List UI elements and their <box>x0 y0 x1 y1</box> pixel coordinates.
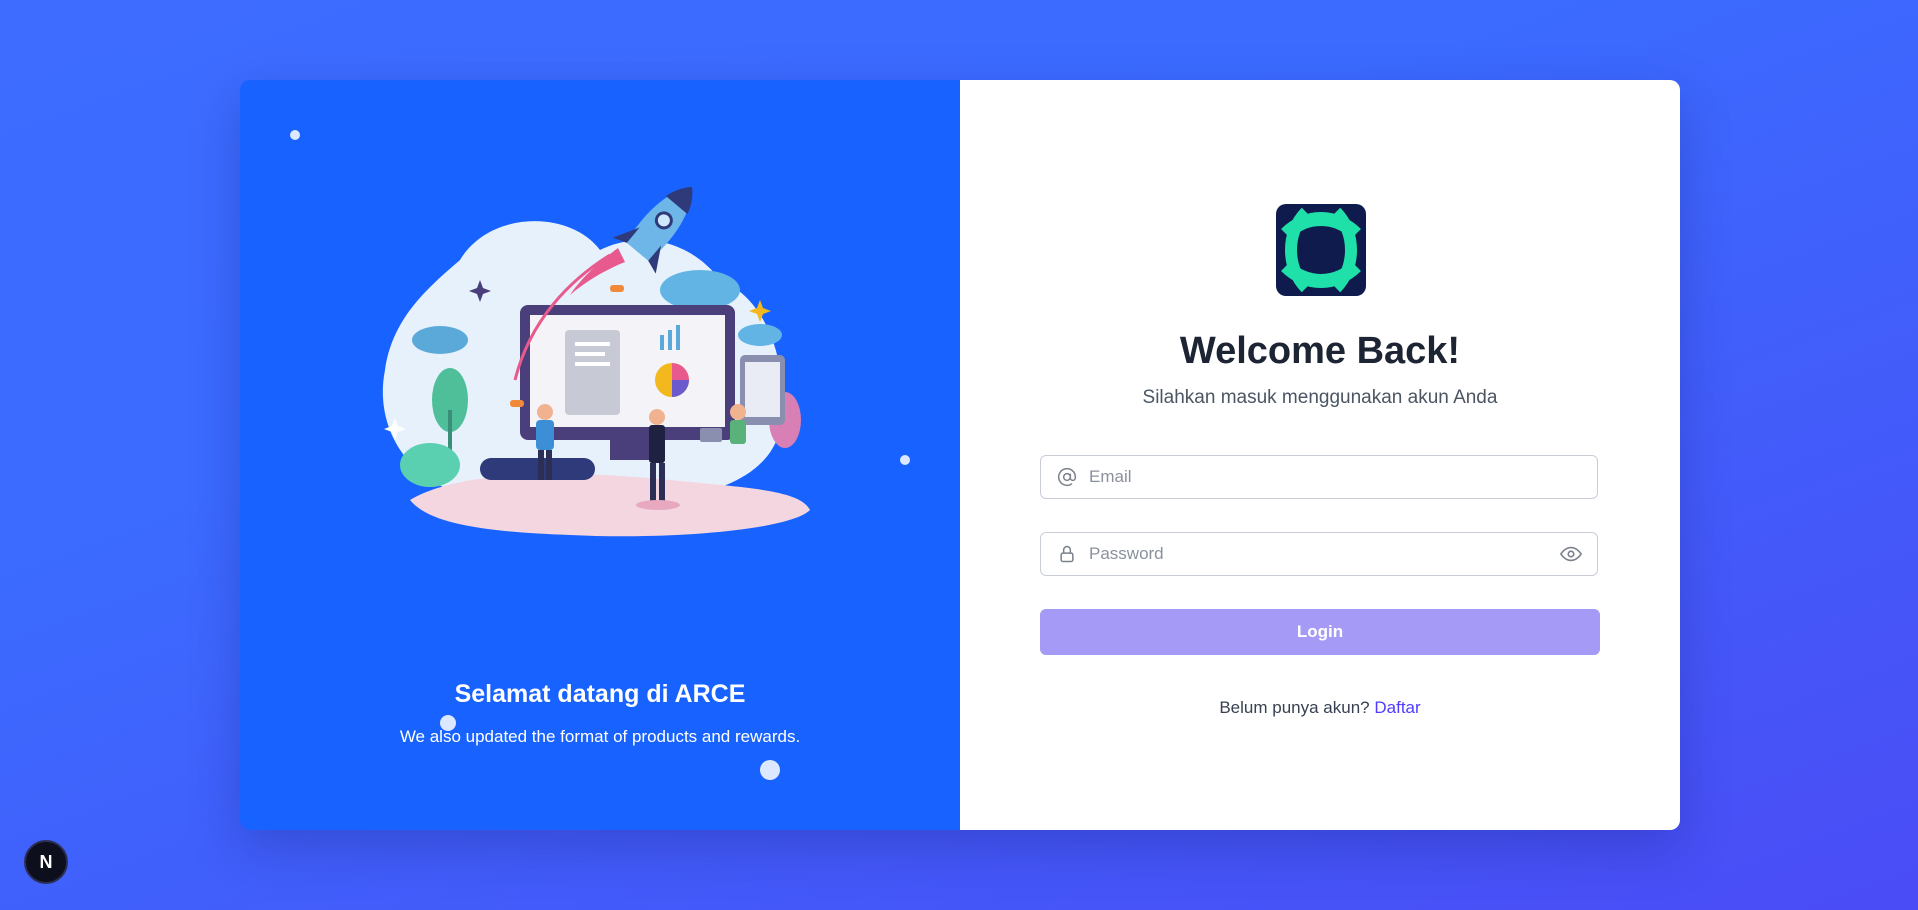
eye-icon[interactable] <box>1559 542 1583 566</box>
email-input[interactable] <box>1087 455 1597 499</box>
welcome-title: Selamat datang di ARCE <box>454 680 746 708</box>
decor-dot <box>290 130 300 140</box>
email-field[interactable] <box>1040 455 1598 499</box>
password-field[interactable] <box>1040 532 1598 576</box>
password-input[interactable] <box>1087 532 1559 576</box>
rocket-launch-illustration <box>382 186 810 537</box>
login-card: Selamat datang di ARCE We also updated t… <box>240 80 1680 830</box>
login-button[interactable]: Login <box>1040 609 1600 655</box>
page-title: Welcome Back! <box>1179 330 1461 372</box>
decor-dot <box>900 455 910 465</box>
welcome-panel: Selamat datang di ARCE We also updated t… <box>240 80 960 830</box>
login-panel: Welcome Back! Silahkan masuk menggunakan… <box>960 80 1680 830</box>
signup-link[interactable]: Daftar <box>1374 698 1420 717</box>
at-icon <box>1057 467 1077 487</box>
signup-prompt: Belum punya akun? <box>1219 698 1370 717</box>
welcome-subtitle: We also updated the format of products a… <box>399 727 801 746</box>
dev-tools-badge[interactable]: N <box>24 840 68 884</box>
decor-dot <box>760 760 780 780</box>
arce-logo <box>1276 204 1366 296</box>
page-subtitle: Silahkan masuk menggunakan akun Anda <box>1142 387 1498 408</box>
signup-row: Belum punya akun? Daftar <box>960 698 1680 718</box>
lock-icon <box>1057 544 1077 564</box>
